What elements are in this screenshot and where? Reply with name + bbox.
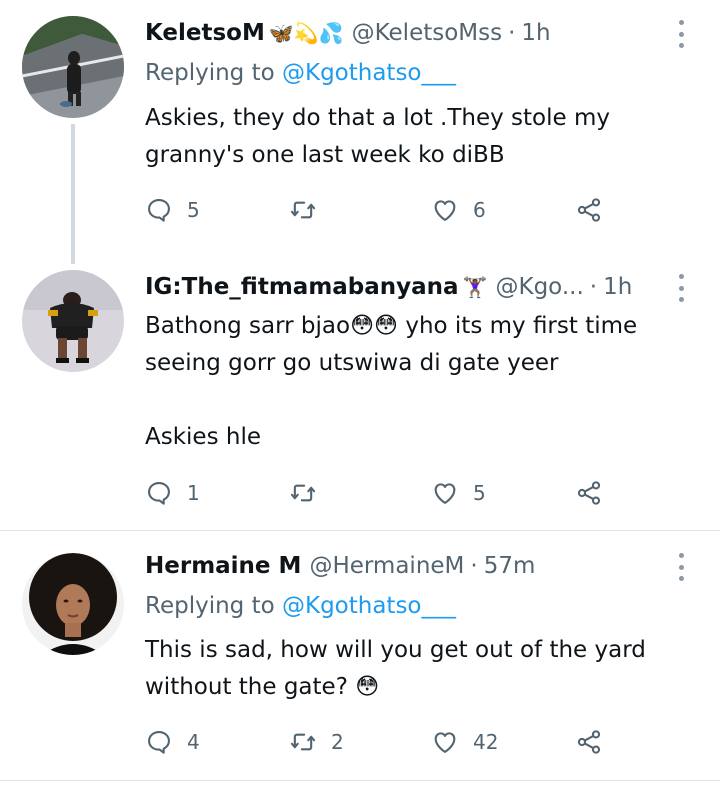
action-bar: 4 2 42 bbox=[145, 725, 625, 759]
tweet-header: IG:The_fitmamabanyana 🏋🏾‍♀️ @Kgo... · 1h bbox=[145, 270, 660, 304]
tweet-text: Bathong sarr bjao😳😳 yho its my first tim… bbox=[145, 308, 690, 456]
display-name[interactable]: IG:The_fitmamabanyana bbox=[145, 274, 459, 300]
share-button[interactable] bbox=[575, 725, 603, 759]
tweet[interactable]: Hermaine M @HermaineM · 57m Replying to … bbox=[0, 531, 720, 781]
retweet-icon bbox=[290, 484, 316, 502]
thread-line bbox=[71, 124, 75, 264]
mention-link[interactable]: @Kgothatso___ bbox=[282, 593, 456, 619]
name-emojis: 🦋💫💦 bbox=[268, 21, 344, 45]
replying-to-label: Replying to bbox=[145, 593, 275, 619]
comment-bubble-icon bbox=[148, 199, 170, 222]
heart-icon bbox=[434, 200, 456, 221]
tweet-text: This is sad, how will you get out of the… bbox=[145, 632, 690, 706]
tweet[interactable]: IG:The_fitmamabanyana 🏋🏾‍♀️ @Kgo... · 1h… bbox=[0, 262, 720, 530]
tweet-text-line: Askies hle bbox=[145, 424, 261, 450]
timestamp[interactable]: 1h bbox=[603, 274, 632, 300]
replying-to: Replying to @Kgothatso___ bbox=[145, 60, 456, 86]
reply-count: 1 bbox=[187, 481, 200, 505]
separator-dot: · bbox=[508, 20, 516, 46]
action-bar: 5 6 bbox=[145, 193, 625, 227]
replying-to-label: Replying to bbox=[145, 60, 275, 86]
heart-icon bbox=[434, 732, 456, 753]
retweet-button[interactable] bbox=[289, 476, 331, 510]
tweet-header: KeletsoM 🦋💫💦 @KeletsoMss · 1h bbox=[145, 16, 660, 50]
timestamp[interactable]: 57m bbox=[484, 553, 536, 579]
comment-bubble-icon bbox=[148, 482, 170, 505]
tweet-text-line: This is sad, how will you get out of the… bbox=[145, 637, 646, 663]
display-name[interactable]: KeletsoM bbox=[145, 20, 265, 46]
share-button[interactable] bbox=[575, 193, 603, 227]
separator-dot: · bbox=[589, 274, 598, 300]
tweet-text: Askies, they do that a lot .They stole m… bbox=[145, 100, 690, 174]
tweet-text-line bbox=[145, 382, 690, 419]
share-icon bbox=[577, 730, 601, 754]
like-count: 6 bbox=[473, 198, 486, 222]
like-button[interactable]: 6 bbox=[431, 193, 486, 227]
share-icon bbox=[577, 198, 601, 222]
share-button[interactable] bbox=[575, 476, 603, 510]
like-button[interactable]: 42 bbox=[431, 725, 498, 759]
user-handle[interactable]: @HermaineM bbox=[309, 553, 464, 579]
display-name[interactable]: Hermaine M bbox=[145, 553, 301, 579]
retweet-icon bbox=[290, 201, 316, 219]
user-handle[interactable]: @KeletsoMss bbox=[352, 20, 503, 46]
avatar[interactable] bbox=[22, 553, 124, 655]
like-count: 42 bbox=[473, 730, 499, 754]
more-vertical-icon[interactable] bbox=[674, 20, 688, 48]
retweet-button[interactable]: 2 bbox=[289, 725, 344, 759]
tweet-text-line: granny's one last week ko diBB bbox=[145, 142, 505, 168]
reply-button[interactable]: 5 bbox=[145, 193, 200, 227]
avatar[interactable] bbox=[22, 16, 124, 118]
heart-icon bbox=[434, 483, 456, 504]
tweet-text-line: seeing gorr go utswiwa di gate yeer bbox=[145, 350, 559, 376]
replying-to: Replying to @Kgothatso___ bbox=[145, 593, 456, 619]
reply-count: 5 bbox=[187, 198, 200, 222]
timestamp[interactable]: 1h bbox=[521, 20, 550, 46]
tweet[interactable]: KeletsoM 🦋💫💦 @KeletsoMss · 1h Replying t… bbox=[0, 0, 720, 264]
action-bar: 1 5 bbox=[145, 476, 625, 510]
tweet-text-line: without the gate? 😳 bbox=[145, 674, 380, 700]
more-vertical-icon[interactable] bbox=[674, 553, 688, 581]
name-emojis: 🏋🏾‍♀️ bbox=[462, 275, 488, 299]
retweet-icon bbox=[290, 733, 316, 751]
reply-count: 4 bbox=[187, 730, 200, 754]
reply-button[interactable]: 1 bbox=[145, 476, 200, 510]
avatar[interactable] bbox=[22, 270, 124, 372]
tweet-text-line: Askies, they do that a lot .They stole m… bbox=[145, 105, 610, 131]
more-vertical-icon[interactable] bbox=[674, 274, 688, 302]
mention-link[interactable]: @Kgothatso___ bbox=[282, 60, 456, 86]
tweet-header: Hermaine M @HermaineM · 57m bbox=[145, 549, 660, 583]
retweet-count: 2 bbox=[331, 730, 344, 754]
divider bbox=[0, 780, 720, 781]
reply-button[interactable]: 4 bbox=[145, 725, 200, 759]
comment-bubble-icon bbox=[148, 731, 170, 754]
like-count: 5 bbox=[473, 481, 486, 505]
separator-dot: · bbox=[470, 553, 478, 579]
retweet-button[interactable] bbox=[289, 193, 331, 227]
share-icon bbox=[577, 481, 601, 505]
user-handle[interactable]: @Kgo... bbox=[495, 274, 583, 300]
like-button[interactable]: 5 bbox=[431, 476, 486, 510]
tweet-text-line: Bathong sarr bjao😳😳 yho its my first tim… bbox=[145, 313, 638, 339]
